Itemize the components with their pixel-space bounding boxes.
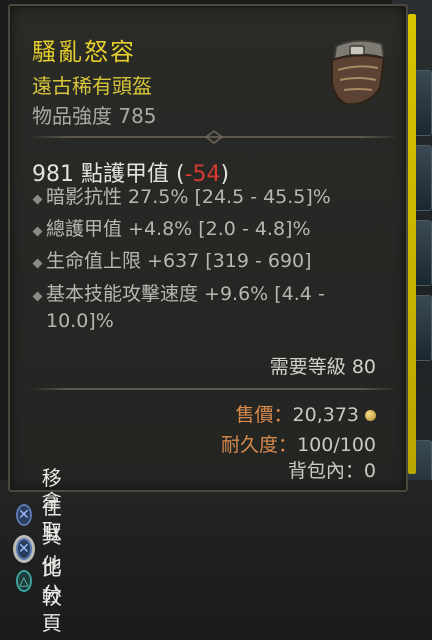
backpack-count: 背包內：0	[288, 456, 376, 483]
affix-bullet-icon	[32, 258, 43, 269]
action-compare[interactable]: △ 比較	[16, 556, 68, 609]
item-tooltip: 騷亂怒容 遠古稀有頭盔 物品強度 785 981 點護甲值 (-54) 暗影抗性…	[8, 4, 416, 492]
affix-bullet-icon	[32, 194, 43, 205]
durability: 耐久度：100/100	[221, 430, 376, 457]
item-name: 騷亂怒容	[32, 38, 136, 66]
affix-line: 生命值上限 +637 [319 - 690]	[46, 250, 312, 272]
sell-price-label: 售價：	[235, 404, 293, 426]
affix-bullet-icon	[32, 291, 43, 302]
backpack-label: 背包內：	[287, 460, 364, 482]
cross-button-icon: ✕	[16, 538, 32, 560]
action-compare-label: 比較	[41, 556, 62, 609]
affix-line: 總護甲值 +4.8% [2.0 - 4.8]%	[46, 218, 311, 240]
cross-button-icon: ✕	[16, 504, 32, 526]
backpack-value: 0	[363, 460, 376, 482]
tooltip-accent-bar	[408, 14, 416, 474]
durability-label: 耐久度：	[221, 434, 298, 456]
divider	[30, 382, 398, 396]
affix-line-continuation: 10.0]%	[46, 310, 114, 332]
sell-price-value: 20,373	[292, 404, 359, 426]
level-requirement: 需要等級 80	[269, 356, 376, 378]
item-type: 遠古稀有頭盔	[32, 74, 152, 98]
divider	[30, 130, 398, 144]
affix-bullet-icon	[32, 226, 43, 237]
gold-coin-icon	[365, 410, 376, 421]
affix-line: 基本技能攻擊速度 +9.6% [4.4 -	[46, 283, 325, 305]
item-power: 物品強度 785	[32, 104, 157, 128]
affix-line: 暗影抗性 27.5% [24.5 - 45.5]%	[46, 186, 331, 208]
sell-price: 售價：20,373	[235, 400, 376, 427]
triangle-button-icon: △	[16, 570, 32, 592]
helmet-mask-icon	[331, 39, 386, 106]
durability-value: 100/100	[297, 434, 376, 456]
